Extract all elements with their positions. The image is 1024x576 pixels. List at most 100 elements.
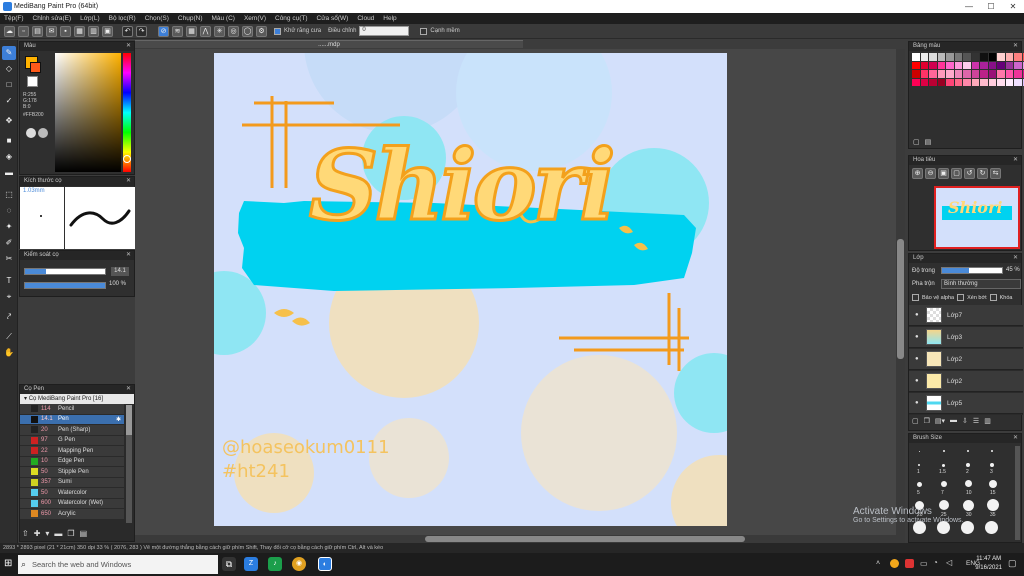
- brush-item[interactable]: 357 Sumi: [20, 477, 124, 488]
- delete-icon[interactable]: ▤: [80, 529, 88, 538]
- panel-close-icon[interactable]: ✕: [1013, 434, 1018, 443]
- lasso-tool-icon[interactable]: ◌: [2, 204, 16, 218]
- blend-mode-select[interactable]: Bình thường: [941, 279, 1021, 289]
- open-icon[interactable]: ▤: [32, 25, 43, 37]
- brush-tool-icon[interactable]: ✎: [2, 46, 16, 60]
- menu-view[interactable]: Xem(V): [244, 15, 266, 22]
- menu-window[interactable]: Cửa sổ(W): [317, 15, 349, 22]
- medibang-taskbar-icon[interactable]: ◐: [318, 557, 332, 571]
- brush-up-icon[interactable]: ⇧: [22, 529, 29, 538]
- palette-delete-icon[interactable]: ▤: [925, 138, 932, 146]
- snap-curve-icon[interactable]: ◯: [242, 25, 253, 37]
- divide-tool-icon[interactable]: ⟋: [2, 330, 16, 344]
- new-layer-icon[interactable]: ▢: [912, 417, 919, 425]
- menu-color[interactable]: Màu (C): [211, 15, 234, 22]
- layer-row[interactable]: ● Lớp3: [909, 327, 1023, 348]
- menu-edit[interactable]: Chỉnh sửa(E): [33, 15, 72, 22]
- color-wheel-icon[interactable]: [26, 128, 36, 138]
- brush-item[interactable]: 600 Watercolor (Wet): [20, 498, 124, 509]
- layer-menu-icon[interactable]: ☰: [973, 417, 979, 425]
- layer-folder-icon[interactable]: ▬: [950, 417, 957, 425]
- bucket-tool-icon[interactable]: ◈: [2, 150, 16, 164]
- panel-close-icon[interactable]: ✕: [1013, 156, 1018, 165]
- brush-size-slider[interactable]: [24, 268, 106, 275]
- new-file-icon[interactable]: ▫: [18, 25, 29, 37]
- palette-swatches[interactable]: [912, 53, 1024, 86]
- start-icon[interactable]: ⊞: [4, 558, 12, 569]
- panel-icon[interactable]: ▥: [88, 25, 99, 37]
- layer-row[interactable]: ● Lớp2: [909, 349, 1023, 370]
- brush-item[interactable]: 22 Mapping Pen: [20, 446, 124, 457]
- grid-icon[interactable]: ▦: [74, 25, 85, 37]
- artwork-canvas[interactable]: Shiori @hoaseokum0111 #ht241: [214, 53, 727, 526]
- rotate-left-icon[interactable]: ↺: [964, 168, 975, 179]
- hue-handle[interactable]: [123, 155, 131, 163]
- saturation-value-picker[interactable]: [55, 53, 121, 172]
- panel-close-icon[interactable]: ✕: [1013, 254, 1018, 263]
- visibility-icon[interactable]: ●: [915, 312, 921, 318]
- volume-icon[interactable]: ◁: [946, 558, 952, 567]
- app-green-icon[interactable]: ♪: [268, 557, 282, 571]
- gradient-tool-icon[interactable]: ▬: [2, 166, 16, 180]
- edge-checkbox[interactable]: [420, 27, 428, 35]
- brush-item[interactable]: 114 Pencil: [20, 404, 124, 415]
- eraser-tool-icon[interactable]: ◇: [2, 62, 16, 76]
- brush-dropdown-icon[interactable]: ▾: [45, 529, 49, 538]
- battery-icon[interactable]: ▭: [920, 559, 928, 568]
- snap-settings-icon[interactable]: ⚙: [256, 25, 267, 37]
- wifi-icon[interactable]: ◔: [933, 558, 938, 567]
- tray-arrow-icon[interactable]: ˄: [876, 560, 880, 567]
- layer-type-icon[interactable]: ▤▾: [935, 417, 945, 425]
- vertical-scrollbar[interactable]: [896, 49, 905, 535]
- panel-close-icon[interactable]: ✕: [126, 385, 131, 394]
- menu-tools[interactable]: Công cụ(T): [275, 15, 308, 22]
- hand-tool-icon[interactable]: ✋: [2, 346, 16, 360]
- chrome-icon[interactable]: ◉: [292, 557, 306, 571]
- flip-icon[interactable]: ⇆: [990, 168, 1001, 179]
- minimize-button[interactable]: —: [958, 0, 980, 13]
- lock-checkbox[interactable]: [989, 294, 997, 301]
- brush-item[interactable]: 650 Acrylic: [20, 509, 124, 520]
- visibility-icon[interactable]: ●: [915, 356, 921, 362]
- protect-alpha-checkbox[interactable]: [912, 294, 919, 301]
- correction-select[interactable]: 0: [359, 26, 410, 36]
- antialias-checkbox[interactable]: [274, 27, 281, 35]
- tray-app-icon[interactable]: [890, 559, 899, 568]
- brush-size-value[interactable]: 14.1: [111, 267, 129, 276]
- layer-delete-icon[interactable]: ▥: [984, 417, 991, 425]
- panel-close-icon[interactable]: ✕: [1013, 42, 1018, 51]
- layer-row[interactable]: ● Lớp5: [909, 393, 1023, 414]
- save-icon[interactable]: ▪: [60, 25, 71, 37]
- redo-icon[interactable]: ↷: [136, 25, 147, 37]
- panel-close-icon[interactable]: ✕: [126, 251, 131, 260]
- brush-size-grid[interactable]: 1 1.5 2 3 5 7 10 15 20 25 30 35: [911, 446, 1011, 541]
- brush-item[interactable]: 50 Stipple Pen: [20, 467, 124, 478]
- move-tool-icon[interactable]: ✥: [2, 114, 16, 128]
- snap-cross-icon[interactable]: ▦: [186, 25, 197, 37]
- undo-icon[interactable]: ↶: [122, 25, 133, 37]
- menu-cloud[interactable]: Cloud: [357, 15, 374, 22]
- menu-select[interactable]: Chọn(S): [145, 15, 169, 22]
- fit-icon[interactable]: ▣: [938, 168, 949, 179]
- horizontal-scrollbar[interactable]: [135, 535, 905, 543]
- snap-radial-icon[interactable]: ✳: [214, 25, 225, 37]
- palette-add-icon[interactable]: ▢: [913, 138, 920, 146]
- brush-item-selected[interactable]: 14.1 Pen ✱: [20, 414, 124, 425]
- visibility-icon[interactable]: ●: [915, 334, 921, 340]
- color-mode-icon[interactable]: [38, 128, 48, 138]
- dot-tool-icon[interactable]: □: [2, 78, 16, 92]
- panel-close-icon[interactable]: ✕: [126, 42, 131, 51]
- document-tab[interactable]: ......mdp: [135, 40, 523, 48]
- rect-fill-tool-icon[interactable]: ■: [2, 134, 16, 148]
- clipping-checkbox[interactable]: [957, 294, 965, 301]
- navigator-preview[interactable]: Shiori: [934, 186, 1020, 249]
- copy-icon[interactable]: ❐: [67, 529, 74, 538]
- chat-icon[interactable]: ✉: [46, 25, 57, 37]
- layer-row[interactable]: ● Lớp2: [909, 371, 1023, 392]
- brush-group-header[interactable]: ▾ Cọ MediBang Paint Pro [16]: [20, 394, 134, 404]
- merge-down-icon[interactable]: ⇩: [962, 417, 968, 425]
- cloud-icon[interactable]: ☁: [4, 25, 15, 37]
- task-view-icon[interactable]: ⧉: [222, 557, 236, 571]
- menu-snap[interactable]: Chụp(N): [178, 15, 203, 22]
- select-pen-tool-icon[interactable]: ✐: [2, 236, 16, 250]
